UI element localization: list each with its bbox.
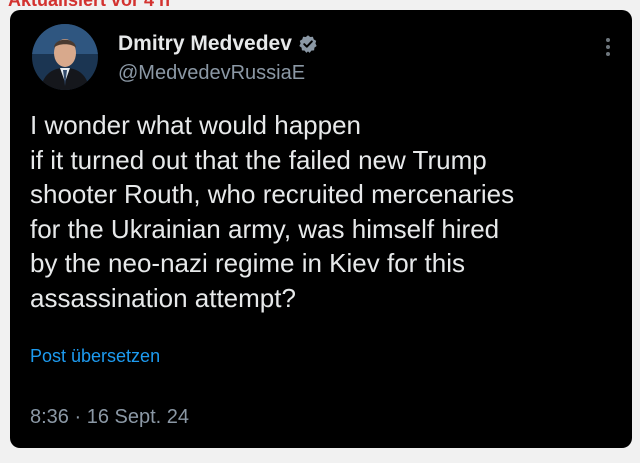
more-options-icon[interactable] <box>604 38 612 60</box>
verified-badge-icon <box>298 34 318 54</box>
avatar[interactable] <box>32 24 98 90</box>
tweet-text: I wonder what would happen if it turned … <box>30 108 620 315</box>
author-handle[interactable]: @MedvedevRussiaE <box>118 62 305 85</box>
tweet-text-line: shooter Routh, who recruited mercenaries <box>30 179 515 209</box>
translate-post-link[interactable]: Post übersetzen <box>30 346 160 367</box>
tweet-card: Dmitry Medvedev @MedvedevRussiaE I wonde… <box>10 10 632 448</box>
tweet-text-line: for the Ukrainian army, was himself hire… <box>30 213 500 244</box>
author-name-row: Dmitry Medvedev <box>118 32 318 56</box>
tweet-text-line: by the neo-nazi regime in Kiev for this <box>30 248 465 278</box>
post-timestamp[interactable]: 8:36 · 16 Sept. 24 <box>30 406 189 429</box>
author-name[interactable]: Dmitry Medvedev <box>118 32 292 56</box>
tweet-text-line: assassination attempt? <box>30 282 296 313</box>
tweet-text-line: I wonder what would happen <box>30 110 362 140</box>
avatar-photo <box>32 24 98 90</box>
tweet-text-line: if it turned out that the failed new Tru… <box>30 144 487 175</box>
